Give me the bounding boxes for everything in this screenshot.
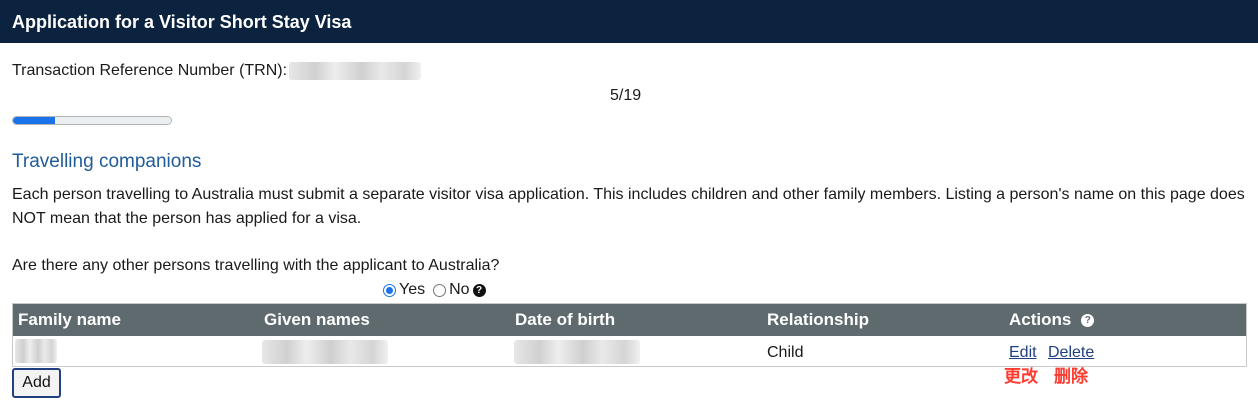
page-title: Application for a Visitor Short Stay Vis… bbox=[12, 12, 352, 32]
header-relationship: Relationship bbox=[767, 310, 870, 329]
edit-annotation: 更改 bbox=[1004, 367, 1038, 386]
radio-yes-label[interactable]: Yes bbox=[399, 281, 425, 299]
trn-label: Transaction Reference Number (TRN): bbox=[12, 62, 288, 79]
edit-link[interactable]: Edit bbox=[1009, 344, 1037, 362]
delete-link[interactable]: Delete bbox=[1048, 344, 1094, 362]
companions-radio-group: Yes No ? bbox=[383, 281, 486, 299]
help-icon[interactable]: ? bbox=[472, 283, 486, 297]
help-icon[interactable]: ? bbox=[1081, 313, 1095, 327]
header-date-of-birth: Date of birth bbox=[515, 310, 616, 329]
radio-no-label[interactable]: No bbox=[449, 281, 469, 299]
companions-table: Family name Given names Date of birth Re… bbox=[12, 303, 1247, 367]
header-family-name: Family name bbox=[18, 310, 121, 329]
progress-bar-fill bbox=[13, 117, 55, 124]
table-header: Family name Given names Date of birth Re… bbox=[13, 304, 1246, 336]
trn-row: Transaction Reference Number (TRN): bbox=[12, 62, 422, 80]
page-header: Application for a Visitor Short Stay Vis… bbox=[0, 0, 1258, 43]
delete-annotation: 删除 bbox=[1054, 367, 1088, 386]
header-given-names: Given names bbox=[264, 310, 370, 329]
section-title: Travelling companions bbox=[12, 151, 202, 172]
add-button[interactable]: Add bbox=[12, 368, 61, 398]
given-names-redacted bbox=[262, 340, 388, 364]
header-actions: Actions ? bbox=[1009, 310, 1095, 330]
family-name-redacted bbox=[15, 339, 57, 363]
relationship-value: Child bbox=[767, 344, 804, 361]
companions-question: Are there any other persons travelling w… bbox=[12, 257, 500, 274]
date-of-birth-redacted bbox=[514, 340, 640, 364]
step-counter: 5/19 bbox=[610, 87, 642, 104]
trn-value-redacted bbox=[289, 62, 422, 80]
section-description: Each person travelling to Australia must… bbox=[12, 186, 1245, 227]
progress-bar bbox=[12, 116, 172, 125]
header-actions-label: Actions bbox=[1009, 310, 1072, 329]
radio-no[interactable] bbox=[433, 283, 447, 297]
radio-yes[interactable] bbox=[383, 283, 396, 297]
